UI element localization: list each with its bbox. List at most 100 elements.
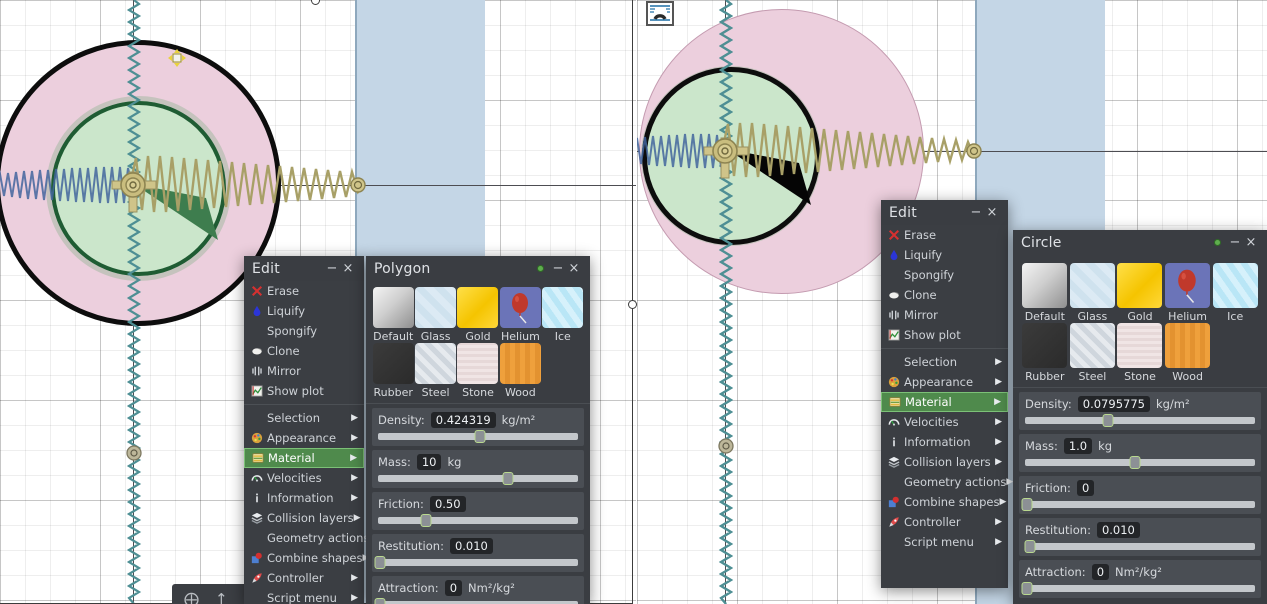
slider-track[interactable] [378, 514, 578, 527]
status-dot-icon[interactable] [537, 265, 544, 272]
olive-spring-right[interactable] [722, 118, 982, 184]
spring-anchor-left[interactable] [349, 176, 367, 194]
menu-item-information[interactable]: Information ▶ [244, 488, 364, 508]
slider-value[interactable]: 10 [416, 454, 442, 470]
slider-track[interactable] [1021, 582, 1255, 595]
slider-mass[interactable]: Mass: 10 kg [372, 450, 584, 488]
menu-item-selection[interactable]: Selection ▶ [881, 352, 1008, 372]
slider-value[interactable]: 0 [1091, 564, 1110, 580]
slider-density[interactable]: Density: 0.0795775 kg/m² [1019, 392, 1261, 430]
axle-hub-left[interactable] [108, 160, 160, 215]
material-wood[interactable]: Wood [499, 343, 541, 399]
slider-track[interactable] [1024, 540, 1255, 553]
menu-item-material[interactable]: Material ▶ [244, 448, 364, 468]
slider-attraction[interactable]: Attraction: 0 Nm²/kg² [1019, 560, 1261, 598]
menu-item-combine-shapes[interactable]: Combine shapes ▶ [881, 492, 1008, 512]
menu-item-clone[interactable]: Clone [881, 285, 1008, 305]
close-button[interactable]: × [1243, 236, 1259, 249]
menu-item-combine-shapes[interactable]: Combine shapes ▶ [244, 548, 369, 568]
slider-knob[interactable] [1021, 498, 1033, 511]
move-tool-icon[interactable]: ↑ [215, 590, 228, 604]
menu-item-show-plot[interactable]: Show plot [881, 325, 1008, 345]
olive-spring-left[interactable] [130, 150, 365, 220]
material-gold[interactable]: Gold [457, 287, 499, 343]
menu-item-script-menu[interactable]: Script menu ▶ [881, 532, 1008, 552]
slider-friction[interactable]: Friction: 0 [1019, 476, 1261, 514]
close-button[interactable]: × [984, 206, 1000, 219]
slider-restitution[interactable]: Restitution: 0.010 [1019, 518, 1261, 556]
menu-item-clone[interactable]: Clone [244, 341, 364, 361]
edit-left-titlebar[interactable]: Edit − × [244, 256, 364, 281]
slider-knob[interactable] [1129, 456, 1141, 469]
menu-item-spongify[interactable]: Spongify [244, 321, 364, 341]
slider-attraction[interactable]: Attraction: 0 Nm²/kg² [372, 576, 584, 604]
polygon-titlebar[interactable]: Polygon − × [366, 256, 590, 281]
axle-hub-right[interactable] [700, 126, 752, 181]
edit-menu-left-panel[interactable]: Edit − × Erase Liquify Spongify Clone Mi… [244, 256, 376, 604]
menu-item-geometry-actions[interactable]: Geometry actions ▶ [244, 528, 376, 548]
edit-menu-right-panel[interactable]: Edit − × Erase Liquify Spongify Clone Mi… [881, 200, 1013, 588]
menu-item-velocities[interactable]: Velocities ▶ [881, 412, 1008, 432]
vertical-spring-left[interactable] [126, 0, 142, 604]
minimize-button[interactable]: − [1227, 236, 1243, 249]
menu-item-show-plot[interactable]: Show plot [244, 381, 364, 401]
material-glass[interactable]: Glass [1069, 263, 1117, 323]
material-rubber[interactable]: Rubber [1021, 323, 1069, 383]
menu-item-collision-layers[interactable]: Collision layers ▶ [244, 508, 364, 528]
menu-item-mirror[interactable]: Mirror [881, 305, 1008, 325]
slider-mass[interactable]: Mass: 1.0 kg [1019, 434, 1261, 472]
menu-item-geometry-actions[interactable]: Geometry actions ▶ [881, 472, 1013, 492]
menu-item-mirror[interactable]: Mirror [244, 361, 364, 381]
slider-density[interactable]: Density: 0.424319 kg/m² [372, 408, 584, 446]
close-button[interactable]: × [340, 262, 356, 275]
material-wood[interactable]: Wood [1164, 323, 1212, 383]
minimize-button[interactable]: − [550, 262, 566, 275]
menu-item-liquify[interactable]: Liquify [244, 301, 364, 321]
material-default[interactable]: Default [372, 287, 414, 343]
menu-item-appearance[interactable]: Appearance ▶ [881, 372, 1008, 392]
slider-value[interactable]: 1.0 [1063, 438, 1093, 454]
slider-value[interactable]: 0.50 [429, 496, 466, 512]
slider-value[interactable]: 0 [444, 580, 463, 596]
edit-right-titlebar[interactable]: Edit − × [881, 200, 1008, 225]
menu-item-erase[interactable]: Erase [881, 225, 1008, 245]
lower-axle-right[interactable] [717, 437, 735, 455]
menu-item-liquify[interactable]: Liquify [881, 245, 1008, 265]
material-helium[interactable]: Helium [499, 287, 541, 343]
status-dot-icon[interactable] [1214, 239, 1221, 246]
slider-knob[interactable] [1102, 414, 1114, 427]
material-helium[interactable]: Helium [1164, 263, 1212, 323]
material-ice[interactable]: Ice [1211, 263, 1259, 323]
slider-track[interactable] [378, 430, 578, 443]
show-plot-thumbnail-icon[interactable] [646, 1, 674, 26]
slider-value[interactable]: 0.424319 [430, 412, 496, 428]
slider-restitution[interactable]: Restitution: 0.010 [372, 534, 584, 572]
slider-track[interactable] [378, 472, 578, 485]
slider-value[interactable]: 0 [1076, 480, 1095, 496]
slider-knob[interactable] [1024, 540, 1036, 553]
circle-panel[interactable]: Circle − × Default Glass Gold Helium Ice [1013, 230, 1267, 604]
polygon-panel[interactable]: Polygon − × Default Glass Gold Helium Ic… [366, 256, 590, 604]
move-gizmo-icon[interactable] [168, 49, 186, 67]
slider-value[interactable]: 0.010 [1096, 522, 1140, 538]
close-button[interactable]: × [566, 262, 582, 275]
slider-track[interactable] [1025, 414, 1255, 427]
menu-item-controller[interactable]: Controller ▶ [244, 568, 364, 588]
lower-axle-left[interactable] [125, 444, 143, 462]
menu-item-information[interactable]: Information ▶ [881, 432, 1008, 452]
material-glass[interactable]: Glass [414, 287, 457, 343]
slider-knob[interactable] [474, 430, 486, 443]
minimize-button[interactable]: − [324, 262, 340, 275]
slider-knob[interactable] [420, 514, 432, 527]
slider-value[interactable]: 0.0795775 [1077, 396, 1150, 412]
slider-knob[interactable] [374, 556, 386, 569]
minimize-button[interactable]: − [968, 206, 984, 219]
menu-item-script-menu[interactable]: Script menu ▶ [244, 588, 364, 604]
circle-titlebar[interactable]: Circle − × [1013, 230, 1267, 255]
slider-knob[interactable] [1021, 582, 1033, 595]
menu-item-appearance[interactable]: Appearance ▶ [244, 428, 364, 448]
slider-friction[interactable]: Friction: 0.50 [372, 492, 584, 530]
slider-track[interactable] [1025, 456, 1255, 469]
slider-track[interactable] [1021, 498, 1255, 511]
menu-item-selection[interactable]: Selection ▶ [244, 408, 364, 428]
